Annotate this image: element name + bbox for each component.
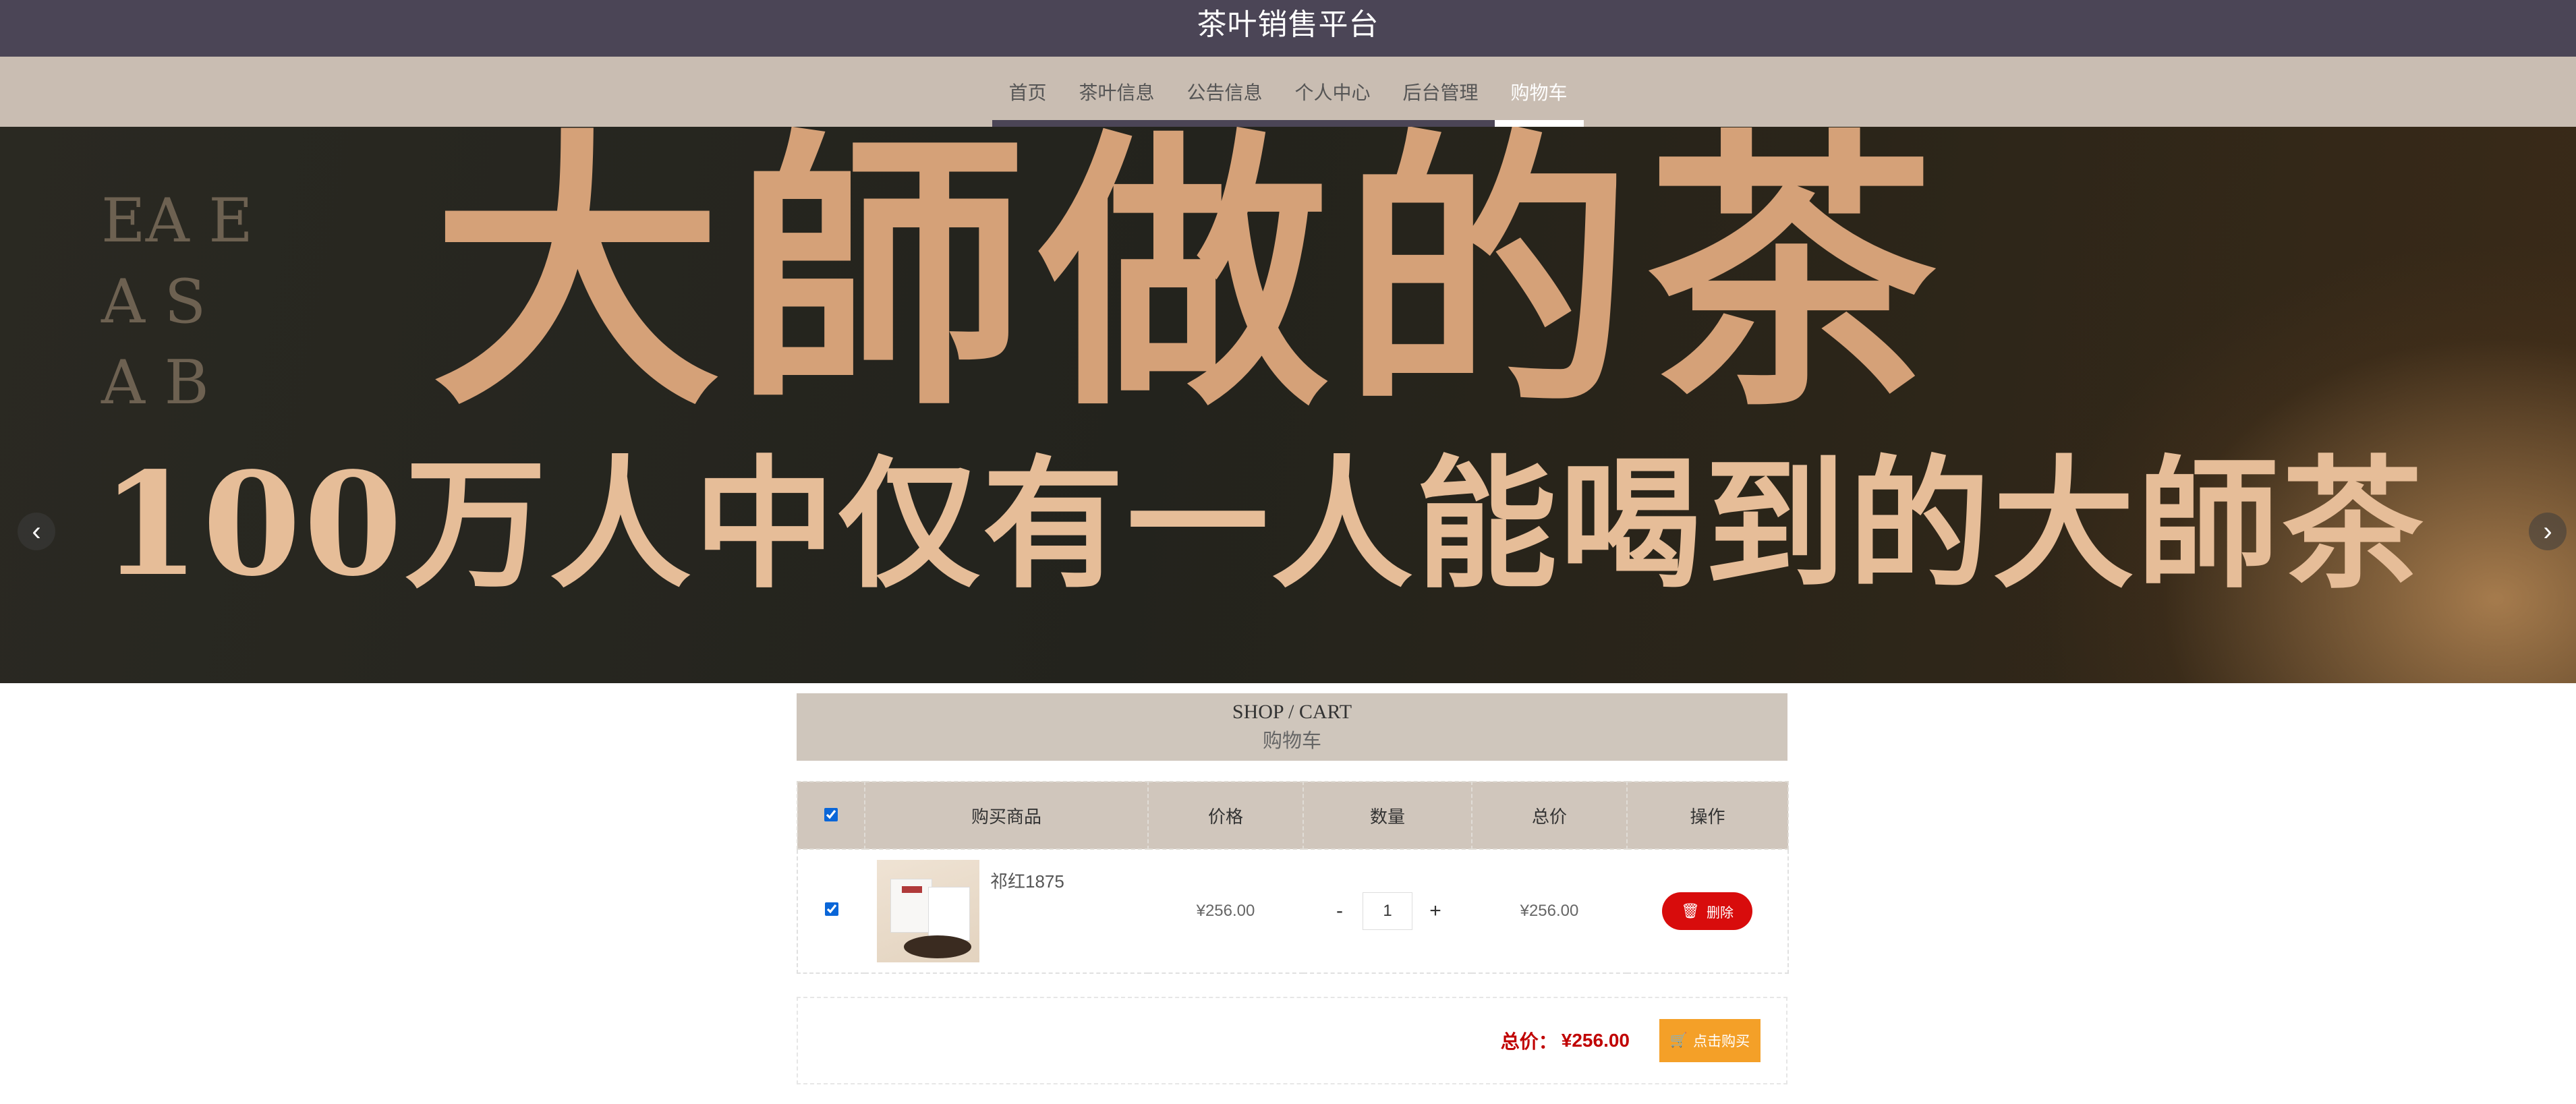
delete-button[interactable]: 🗑 删除 — [1662, 892, 1752, 930]
col-header-quantity: 数量 — [1303, 781, 1472, 850]
col-header-price: 价格 — [1147, 781, 1304, 850]
action-cell: 🗑 删除 — [1627, 848, 1789, 974]
nav-item-home[interactable]: 首页 — [992, 57, 1063, 127]
nav-label: 个人中心 — [1294, 82, 1371, 103]
section-title-en: SHOP / CART — [1232, 701, 1352, 723]
cart-icon: 🛒 — [1669, 1033, 1688, 1048]
nav-label: 首页 — [1008, 82, 1047, 103]
nav-label: 茶叶信息 — [1079, 82, 1155, 103]
nav-underline — [1494, 120, 1584, 127]
banner-vertical-text: EA E A S A B — [101, 185, 253, 418]
nav-item-tea-info[interactable]: 茶叶信息 — [1062, 57, 1171, 127]
banner-carousel: EA E A S A B 大師做的茶 100万人中仅有一人能喝到的大師茶 ‹ › — [0, 127, 2576, 683]
table-row: 祁红1875 ¥256.00 - + ¥256.00 🗑 删除 — [797, 848, 1789, 974]
quantity-stepper: - + — [1332, 892, 1443, 930]
section-header: SHOP / CART 购物车 — [797, 693, 1787, 761]
product-name[interactable]: 祁红1875 — [990, 868, 1064, 893]
row-select-cell — [797, 848, 865, 974]
quantity-input[interactable] — [1363, 892, 1412, 930]
nav-underline — [1062, 120, 1171, 127]
row-checkbox[interactable] — [824, 902, 838, 916]
col-header-action: 操作 — [1626, 781, 1789, 850]
col-header-product: 购买商品 — [864, 781, 1149, 850]
delete-label: 删除 — [1706, 905, 1734, 921]
nav-underline — [992, 120, 1063, 127]
nav-item-notices[interactable]: 公告信息 — [1170, 57, 1279, 127]
section-title-zh: 购物车 — [1262, 730, 1321, 752]
col-header-total: 总价 — [1471, 781, 1628, 850]
nav-underline — [1386, 120, 1495, 127]
buy-label: 点击购买 — [1693, 1034, 1750, 1049]
product-cell: 祁红1875 — [865, 848, 1148, 974]
carousel-prev-button[interactable]: ‹ — [18, 513, 55, 550]
nav-underline — [1170, 120, 1279, 127]
nav-underline — [1278, 120, 1387, 127]
nav-label: 公告信息 — [1186, 82, 1263, 103]
total-amount: ¥256.00 — [1561, 1030, 1630, 1051]
cart-table-header: 购买商品 价格 数量 总价 操作 — [797, 781, 1789, 850]
cart-summary: 总价： ¥256.00 🛒 点击购买 — [797, 997, 1787, 1084]
nav-label: 购物车 — [1510, 82, 1568, 103]
quantity-increase-button[interactable]: + — [1427, 900, 1443, 923]
nav-item-profile[interactable]: 个人中心 — [1278, 57, 1387, 127]
nav-item-cart[interactable]: 购物车 — [1494, 57, 1584, 127]
total-label: 总价： — [1500, 1031, 1557, 1052]
price-cell: ¥256.00 — [1148, 848, 1303, 974]
select-all-checkbox[interactable] — [824, 807, 838, 821]
cart-table: 购买商品 价格 数量 总价 操作 祁红1875 ¥256.00 - 1 + ¥2… — [797, 781, 1789, 974]
select-all-cell — [797, 781, 865, 850]
carousel-next-button[interactable]: › — [2529, 513, 2567, 550]
trash-icon: 🗑 — [1681, 902, 1700, 919]
chevron-right-icon: › — [2543, 516, 2552, 546]
site-header: 茶叶销售平台 — [0, 0, 2576, 57]
chevron-left-icon: ‹ — [32, 516, 41, 546]
main-nav: 首页 茶叶信息 公告信息 个人中心 后台管理 购物车 — [0, 57, 2576, 127]
quantity-cell: - + — [1303, 848, 1472, 974]
product-thumbnail[interactable] — [877, 860, 979, 962]
nav-item-admin[interactable]: 后台管理 — [1386, 57, 1495, 127]
cart-section: SHOP / CART 购物车 购买商品 价格 数量 总价 操作 祁红1875 … — [797, 693, 1789, 1084]
buy-button[interactable]: 🛒 点击购买 — [1659, 1019, 1761, 1062]
total-cell: ¥256.00 — [1472, 848, 1627, 974]
banner-subline: 100万人中仅有一人能喝到的大師茶 — [101, 441, 2426, 608]
quantity-decrease-button[interactable]: - — [1332, 900, 1348, 923]
nav-label: 后台管理 — [1402, 82, 1479, 103]
site-title: 茶叶销售平台 — [1197, 8, 1379, 41]
